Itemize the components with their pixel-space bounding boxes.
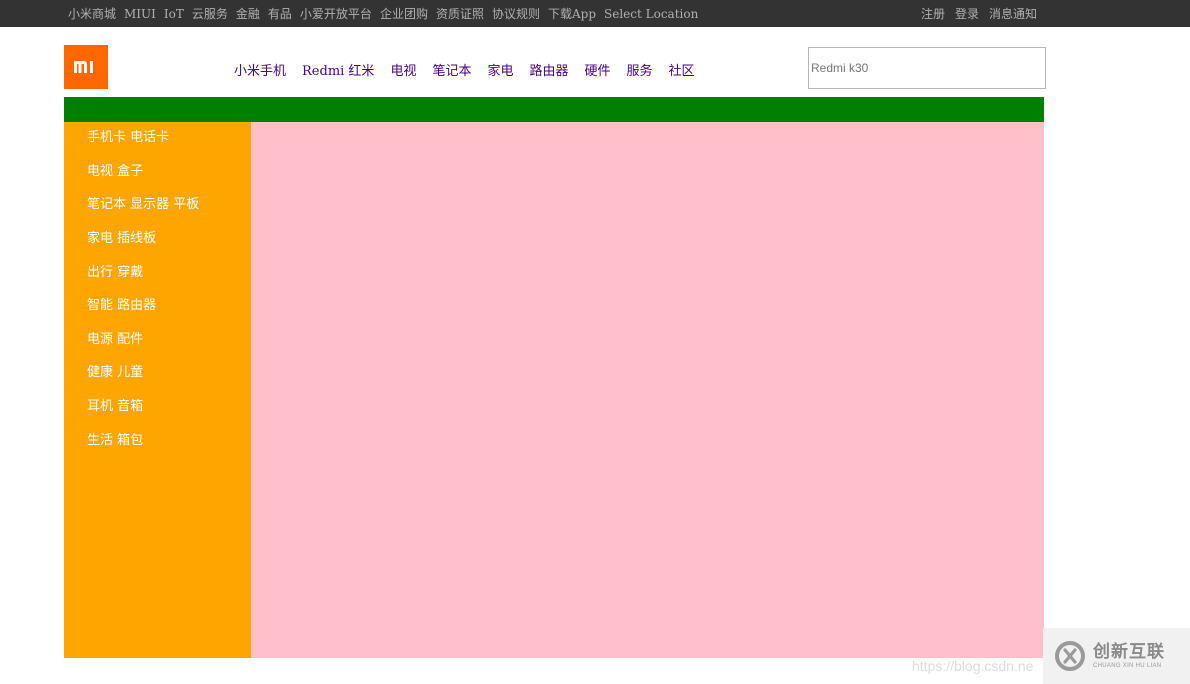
watermark-brand: 创新互联 CHUANG XIN HU LIAN [1043, 628, 1190, 684]
topbar-link-finance[interactable]: 金融 [236, 5, 260, 22]
nav-router[interactable]: 路由器 [529, 60, 568, 79]
category-item-audio[interactable]: 耳机 音箱 [87, 397, 143, 417]
nav-service[interactable]: 服务 [627, 60, 653, 79]
watermark-url: https://blog.csdn.ne [912, 658, 1034, 674]
chuangxin-logo-icon [1055, 641, 1085, 671]
category-item-appliances[interactable]: 家电 插线板 [87, 229, 156, 249]
topbar-link-youpin[interactable]: 有品 [268, 5, 292, 22]
site-topbar: 小米商城 MIUI IoT 云服务 金融 有品 小爱开放平台 企业团购 资质证照… [0, 0, 1190, 27]
category-sidebar: 手机卡 电话卡 电视 盒子 笔记本 显示器 平板 家电 插线板 出行 穿戴 智能… [64, 122, 251, 658]
main-navigation: 小米手机 Redmi 红米 电视 笔记本 家电 路由器 硬件 服务 社区 [226, 58, 703, 80]
topbar-link-xiaoai[interactable]: 小爱开放平台 [300, 5, 372, 22]
nav-xiaomi-phone[interactable]: 小米手机 [234, 60, 286, 79]
topbar-link-licenses[interactable]: 资质证照 [436, 5, 484, 22]
watermark-brand-cn: 创新互联 [1093, 641, 1165, 662]
category-item-power[interactable]: 电源 配件 [87, 330, 143, 350]
notifications-link[interactable]: 消息通知 [989, 5, 1037, 22]
topbar-link-download-app[interactable]: 下载App [548, 5, 596, 22]
nav-community[interactable]: 社区 [669, 60, 695, 79]
nav-appliances[interactable]: 家电 [487, 60, 513, 79]
green-banner-band [64, 97, 1044, 122]
topbar-account-links: 注册 登录 消息通知 [911, 0, 1037, 27]
topbar-link-enterprise[interactable]: 企业团购 [380, 5, 428, 22]
nav-tv[interactable]: 电视 [390, 60, 416, 79]
topbar-link-cloud[interactable]: 云服务 [192, 5, 228, 22]
mi-logo[interactable] [64, 45, 108, 89]
category-item-sim-card[interactable]: 手机卡 电话卡 [87, 128, 169, 148]
topbar-link-iot[interactable]: IoT [164, 7, 184, 21]
search-input[interactable] [808, 47, 1046, 89]
register-link[interactable]: 注册 [921, 5, 945, 22]
category-item-laptop[interactable]: 笔记本 显示器 平板 [87, 195, 199, 215]
login-link[interactable]: 登录 [955, 5, 979, 22]
watermark-brand-text: 创新互联 CHUANG XIN HU LIAN [1093, 641, 1165, 670]
mi-logo-icon [74, 61, 93, 73]
category-item-life-bags[interactable]: 生活 箱包 [87, 431, 143, 451]
topbar-link-select-location[interactable]: Select Location [604, 7, 698, 21]
nav-hardware[interactable]: 硬件 [585, 60, 611, 79]
category-item-health-kids[interactable]: 健康 儿童 [87, 363, 143, 383]
content-panel [251, 122, 1044, 658]
nav-redmi[interactable]: Redmi 红米 [302, 60, 374, 79]
topbar-link-agreements[interactable]: 协议规则 [492, 5, 540, 22]
topbar-link-miui[interactable]: MIUI [124, 7, 156, 21]
topbar-link-mi-store[interactable]: 小米商城 [68, 5, 116, 22]
category-item-smart-router[interactable]: 智能 路由器 [87, 296, 156, 316]
category-item-travel-wear[interactable]: 出行 穿戴 [87, 263, 143, 283]
watermark-brand-en: CHUANG XIN HU LIAN [1093, 662, 1162, 669]
topbar-links: 小米商城 MIUI IoT 云服务 金融 有品 小爱开放平台 企业团购 资质证照… [64, 0, 702, 27]
nav-laptop[interactable]: 笔记本 [432, 60, 471, 79]
category-item-tv-box[interactable]: 电视 盒子 [87, 162, 143, 182]
